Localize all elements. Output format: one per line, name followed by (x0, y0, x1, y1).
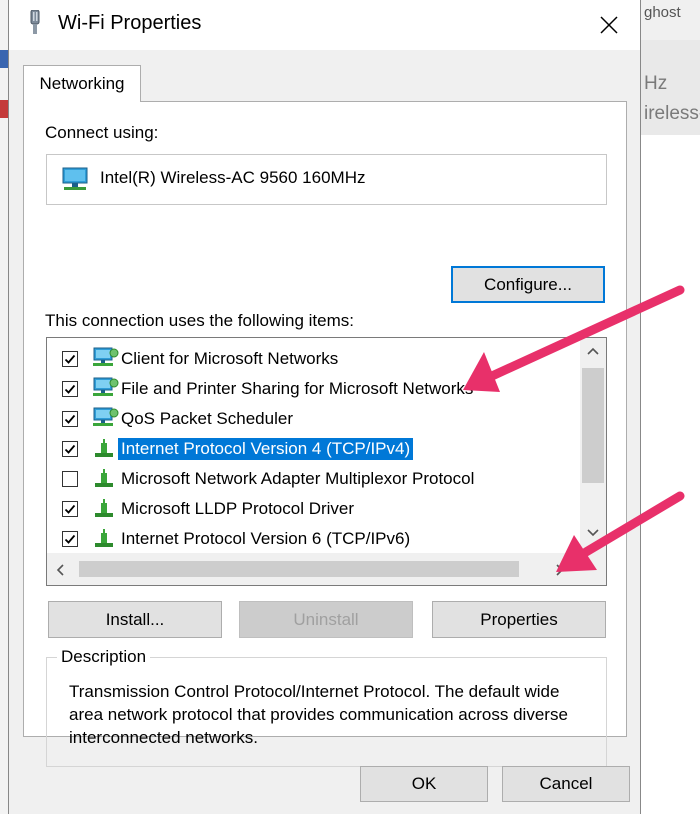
checkmark-icon (64, 444, 76, 454)
uninstall-button: Uninstall (239, 601, 413, 638)
network-adapter-icon (62, 167, 88, 190)
items-listbox[interactable]: Client for Microsoft Networks File and Pr… (46, 337, 607, 586)
protocol-icon (91, 467, 119, 491)
checkmark-icon (64, 534, 76, 544)
connect-using-label: Connect using: (45, 123, 159, 142)
list-item-label: File and Printer Sharing for Microsoft N… (121, 379, 474, 398)
description-legend: Description (57, 647, 151, 667)
dialog-content: Networking Connect using: Intel(R) Wirel… (9, 50, 640, 814)
list-item[interactable]: Microsoft LLDP Protocol Driver (47, 494, 577, 524)
checkbox-checked[interactable] (62, 531, 78, 547)
description-text: Transmission Control Protocol/Internet P… (69, 682, 568, 747)
background-top-text: ghost (644, 4, 681, 21)
list-item[interactable]: QoS Packet Scheduler (47, 404, 577, 434)
list-item-label: Microsoft Network Adapter Multiplexor Pr… (121, 469, 475, 488)
horizontal-scroll-thumb[interactable] (79, 561, 519, 577)
background-toolbar: ghost (636, 0, 700, 40)
tab-networking[interactable]: Networking (23, 65, 141, 102)
list-item-label: Microsoft LLDP Protocol Driver (121, 499, 355, 518)
scroll-right-icon[interactable] (555, 563, 565, 577)
checkmark-icon (64, 414, 76, 424)
vertical-scrollbar[interactable] (580, 338, 606, 554)
properties-button[interactable]: Properties (432, 601, 606, 638)
protocol-icon (91, 497, 119, 521)
background-text-1: Hz (644, 73, 668, 94)
scroll-up-icon[interactable] (586, 346, 600, 356)
checkbox-checked[interactable] (62, 441, 78, 457)
checkbox-checked[interactable] (62, 381, 78, 397)
checkmark-icon (64, 384, 76, 394)
items-label: This connection uses the following items… (45, 311, 354, 330)
list-item-label: QoS Packet Scheduler (121, 409, 293, 428)
wifi-properties-dialog: Wi-Fi Properties Networking Connect usin… (8, 0, 641, 814)
background-left-strip (0, 0, 8, 814)
network-service-icon (91, 407, 119, 431)
protocol-icon (91, 437, 119, 461)
checkbox-checked[interactable] (62, 351, 78, 367)
scroll-down-icon[interactable] (586, 528, 600, 538)
checkbox-checked[interactable] (62, 501, 78, 517)
list-item-label: Internet Protocol Version 6 (TCP/IPv6) (121, 529, 411, 548)
list-item[interactable]: Microsoft Network Adapter Multiplexor Pr… (47, 464, 577, 494)
background-panel: Hz ireless-A (636, 40, 700, 135)
ok-button[interactable]: OK (360, 766, 488, 802)
vertical-scroll-thumb[interactable] (582, 368, 604, 483)
background-left-icon-2 (0, 100, 8, 118)
window-title: Wi-Fi Properties (58, 12, 202, 34)
adapter-name: Intel(R) Wireless-AC 9560 160MHz (100, 168, 366, 187)
protocol-icon (91, 527, 119, 551)
cancel-button[interactable]: Cancel (502, 766, 630, 802)
description-group: Description Transmission Control Protoco… (46, 647, 607, 767)
list-item-label: Internet Protocol Version 4 (TCP/IPv4) (118, 438, 414, 460)
list-item[interactable]: Internet Protocol Version 6 (TCP/IPv6) (47, 524, 577, 554)
checkmark-icon (64, 504, 76, 514)
networking-panel: Connect using: Intel(R) Wireless-AC 9560… (23, 101, 627, 767)
configure-button[interactable]: Configure... (451, 266, 605, 303)
network-service-icon (91, 377, 119, 401)
close-button[interactable] (587, 6, 631, 44)
list-item[interactable]: Internet Protocol Version 4 (TCP/IPv4) (47, 434, 577, 464)
wifi-adapter-icon (30, 10, 40, 34)
list-item[interactable]: Client for Microsoft Networks (47, 344, 577, 374)
scroll-left-icon[interactable] (55, 563, 65, 577)
adapter-field: Intel(R) Wireless-AC 9560 160MHz (46, 154, 607, 205)
checkbox-unchecked[interactable] (62, 471, 78, 487)
background-text-2: ireless-A (644, 103, 700, 124)
horizontal-scrollbar[interactable] (47, 553, 606, 585)
list-item-label: Client for Microsoft Networks (121, 349, 339, 368)
background-window: ghost Hz ireless-A (636, 0, 700, 814)
close-icon (600, 16, 618, 34)
network-client-icon (91, 347, 119, 371)
checkbox-checked[interactable] (62, 411, 78, 427)
list-item[interactable]: File and Printer Sharing for Microsoft N… (47, 374, 577, 404)
background-left-icon (0, 50, 8, 68)
checkmark-icon (64, 354, 76, 364)
install-button[interactable]: Install... (48, 601, 222, 638)
title-bar[interactable]: Wi-Fi Properties (9, 0, 640, 50)
